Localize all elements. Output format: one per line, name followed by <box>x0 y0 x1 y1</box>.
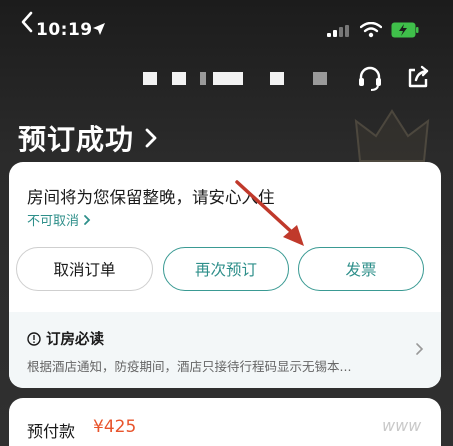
redacted-hotel-name <box>313 72 327 85</box>
redacted-hotel-name <box>172 72 186 85</box>
chevron-right-icon <box>145 128 157 148</box>
prepay-card: 预付款 ¥425 <box>9 398 441 446</box>
rebook-button[interactable]: 再次预订 <box>163 247 289 291</box>
crown-icon <box>354 109 430 162</box>
notice-title: 订房必读 <box>27 328 104 349</box>
wifi-icon <box>360 22 382 38</box>
watermark: www <box>382 416 422 435</box>
share-icon[interactable] <box>405 64 431 90</box>
redacted-hotel-name <box>143 72 157 85</box>
cancel-policy-link[interactable]: 不可取消 <box>27 210 92 229</box>
prepay-label: 预付款 <box>27 422 76 441</box>
booking-success-title[interactable]: 预订成功 <box>18 118 162 158</box>
room-reserved-message: 房间将为您保留整晚，请安心入住 <box>27 188 275 207</box>
booking-card: 房间将为您保留整晚，请安心入住 不可取消 取消订单 再次预订 发票 订房必读 根… <box>9 162 441 388</box>
chevron-right-icon <box>416 343 424 355</box>
cancel-order-button[interactable]: 取消订单 <box>16 247 153 291</box>
prepay-amount: ¥425 <box>93 417 137 437</box>
info-icon <box>27 331 41 346</box>
notice-text: 根据酒店通知，防疫期间，酒店只接待行程码显示无锡本... <box>27 359 352 374</box>
redacted-hotel-name <box>200 72 206 85</box>
redacted-hotel-name <box>270 72 284 85</box>
chevron-right-icon <box>84 214 91 225</box>
notice-title-text: 订房必读 <box>46 332 104 348</box>
customer-service-icon[interactable] <box>356 64 384 92</box>
back-chevron-icon[interactable] <box>18 10 36 34</box>
status-bar: 10:19 <box>0 0 453 56</box>
redacted-hotel-name <box>213 72 243 85</box>
cellular-signal-icon <box>327 25 349 37</box>
location-arrow-icon <box>93 23 105 35</box>
cancel-policy-label: 不可取消 <box>27 214 80 229</box>
page-title: 预订成功 <box>18 123 135 156</box>
invoice-button[interactable]: 发票 <box>298 247 424 291</box>
booking-notice[interactable]: 订房必读 根据酒店通知，防疫期间，酒店只接待行程码显示无锡本... <box>9 312 441 388</box>
battery-icon <box>391 22 419 38</box>
status-time: 10:19 <box>36 20 93 40</box>
